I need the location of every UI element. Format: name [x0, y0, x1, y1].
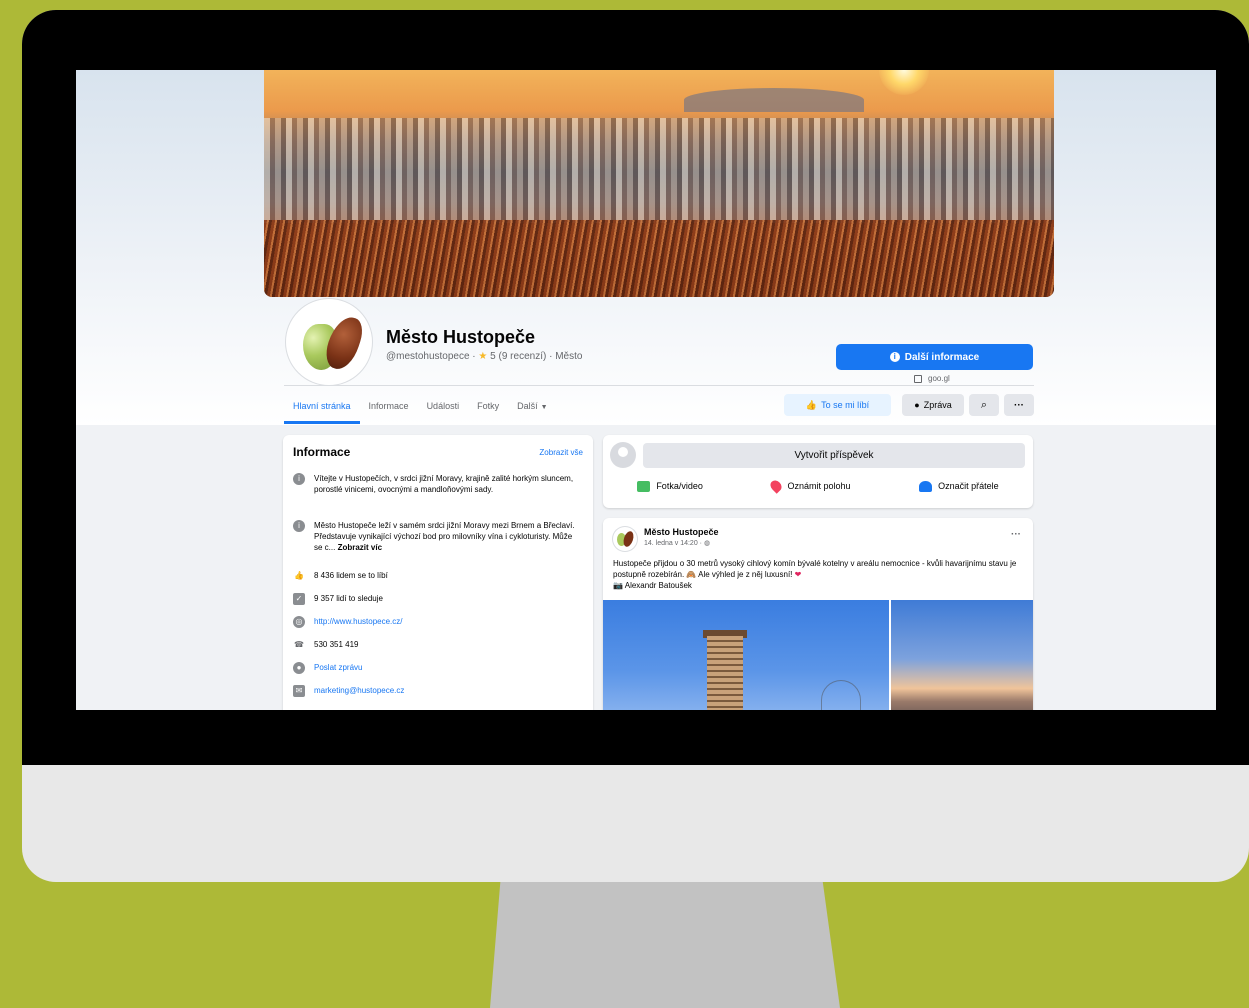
composer-actions: Fotka/video Oznámit polohu Označit přáte…: [603, 478, 1033, 494]
globe-icon: ◍: [703, 540, 711, 547]
info-row-phone: ☎ 530 351 419: [293, 639, 578, 651]
follow-icon: ✓: [293, 593, 305, 605]
header-divider: [284, 385, 1034, 386]
page-handle[interactable]: @mestohustopece: [386, 351, 470, 362]
post-photo-chimney[interactable]: [603, 600, 889, 710]
sun-graphic: [879, 70, 929, 95]
photo-video-button[interactable]: Fotka/video: [637, 480, 703, 492]
message-label: Zpráva: [923, 400, 952, 410]
see-more-link[interactable]: Zobrazit víc: [338, 543, 382, 552]
external-link[interactable]: goo.gl: [914, 374, 950, 383]
page-nav: Hlavní stránka Informace Události Fotky …: [284, 388, 557, 424]
post-composer: Vytvořit příspěvek Fotka/video Oznámit p…: [603, 435, 1033, 508]
messenger-icon: ●: [914, 400, 920, 410]
about-text-1: Vítejte v Hustopečích, v srdci jižní Mor…: [314, 474, 574, 494]
info-card: Informace Zobrazit vše i Vítejte v Husto…: [283, 435, 593, 710]
more-dots-icon: ···: [1014, 399, 1024, 411]
feed-post: Město Hustopeče 14. ledna v 14:20 · ◍ ··…: [603, 518, 1033, 710]
external-link-icon: [914, 374, 922, 383]
cover-photo[interactable]: [264, 70, 1054, 297]
phone-number[interactable]: 530 351 419: [314, 639, 359, 651]
thumbs-up-icon: 👍: [294, 571, 304, 580]
user-avatar: [610, 442, 636, 468]
photo-icon: [637, 480, 651, 492]
heart-icon: ❤: [794, 570, 802, 579]
like-button[interactable]: 👍 To se mi líbí: [784, 394, 891, 416]
tab-more-label: Další: [517, 401, 538, 411]
page-category[interactable]: Město: [555, 351, 582, 362]
tab-more[interactable]: Další ▼: [508, 388, 556, 424]
post-body: Hustopeče přijdou o 30 metrů vysoký cihl…: [613, 559, 1017, 579]
tab-photos[interactable]: Fotky: [468, 388, 508, 424]
hill-graphic: [684, 88, 864, 112]
phone-icon: ☎: [294, 640, 304, 649]
info-icon: i: [889, 352, 900, 362]
search-icon: ⌕: [980, 398, 988, 411]
page-title: Město Hustopeče: [386, 327, 536, 347]
tag-friends-button[interactable]: Označit přátele: [919, 480, 999, 492]
more-options-button[interactable]: ···: [1004, 394, 1034, 416]
email-link[interactable]: marketing@hustopece.cz: [314, 685, 404, 697]
info-row-about-1: i Vítejte v Hustopečích, v srdci jižní M…: [293, 473, 578, 495]
see-all-link[interactable]: Zobrazit vše: [539, 448, 583, 457]
post-photo-view[interactable]: [891, 600, 1033, 710]
external-link-text: goo.gl: [928, 374, 950, 383]
monitor-stand: [490, 880, 840, 1008]
tab-about[interactable]: Informace: [360, 388, 418, 424]
location-pin-icon: [768, 478, 785, 494]
info-icon: i: [293, 473, 305, 485]
check-in-label: Oznámit polohu: [787, 481, 851, 491]
screen: Město Hustopeče @mestohustopece · ★ 5 (9…: [76, 70, 1216, 710]
more-info-label: Další informace: [904, 351, 980, 363]
info-row-about-2: i Město Hustopeče leží v samém srdci již…: [293, 520, 578, 553]
photo-credit: 📷 Alexandr Batoušek: [613, 581, 692, 590]
like-label: To se mi líbí: [821, 400, 870, 410]
post-author[interactable]: Město Hustopeče: [644, 527, 719, 537]
page-avatar[interactable]: [286, 299, 372, 385]
chimney-graphic: [707, 636, 743, 710]
tag-friends-label: Označit přátele: [938, 481, 999, 491]
messenger-icon: ●: [293, 662, 305, 674]
post-author-avatar[interactable]: [613, 527, 637, 551]
website-link[interactable]: http://www.hustopece.cz/: [314, 616, 403, 628]
info-row-likes: 👍 8 436 lidem se to líbí: [293, 570, 578, 582]
post-time-text: 14. ledna v 14:20 ·: [644, 540, 704, 547]
post-timestamp[interactable]: 14. ledna v 14:20 · ◍: [644, 539, 710, 547]
post-options-button[interactable]: ···: [1011, 529, 1021, 540]
page-header: Město Hustopeče @mestohustopece · ★ 5 (9…: [264, 297, 1054, 425]
photo-video-label: Fotka/video: [656, 481, 703, 491]
followers-count: 9 357 lidí to sleduje: [314, 594, 383, 603]
message-button[interactable]: ● Zpráva: [902, 394, 964, 416]
tag-people-icon: [919, 480, 933, 492]
email-icon: ✉: [293, 685, 305, 697]
about-text-2: Město Hustopeče leží v samém srdci jižní…: [314, 520, 578, 553]
caret-down-icon: ▼: [540, 404, 548, 411]
town-graphic: [264, 118, 1054, 223]
page-subtitle: @mestohustopece · ★ 5 (9 recenzí) · Měst…: [386, 351, 583, 362]
thumbs-up-icon: 👍: [805, 399, 818, 410]
vineyard-graphic: [264, 220, 1054, 297]
info-row-followers: ✓ 9 357 lidí to sleduje: [293, 593, 578, 605]
send-message-link[interactable]: Poslat zprávu: [314, 662, 362, 674]
globe-icon: ◎: [293, 616, 305, 628]
search-button[interactable]: ⌕: [969, 394, 999, 416]
tab-home[interactable]: Hlavní stránka: [284, 388, 360, 424]
star-icon: ★: [478, 351, 488, 362]
almond-graphic: [621, 530, 636, 548]
check-in-button[interactable]: Oznámit polohu: [768, 478, 851, 494]
page-rating[interactable]: 5 (9 recenzí): [490, 351, 546, 362]
info-row-message: ● Poslat zprávu: [293, 662, 578, 674]
tab-events[interactable]: Události: [418, 388, 469, 424]
likes-count: 8 436 lidem se to líbí: [314, 571, 388, 580]
info-icon: i: [293, 520, 305, 532]
almond-graphic: [321, 312, 367, 374]
info-row-email: ✉ marketing@hustopece.cz: [293, 685, 578, 697]
create-post-input[interactable]: Vytvořit příspěvek: [643, 443, 1025, 468]
tree-graphic: [821, 680, 861, 710]
info-row-website: ◎ http://www.hustopece.cz/: [293, 616, 578, 628]
post-text: Hustopeče přijdou o 30 metrů vysoký cihl…: [613, 558, 1023, 591]
more-info-button[interactable]: i Další informace: [836, 344, 1033, 370]
